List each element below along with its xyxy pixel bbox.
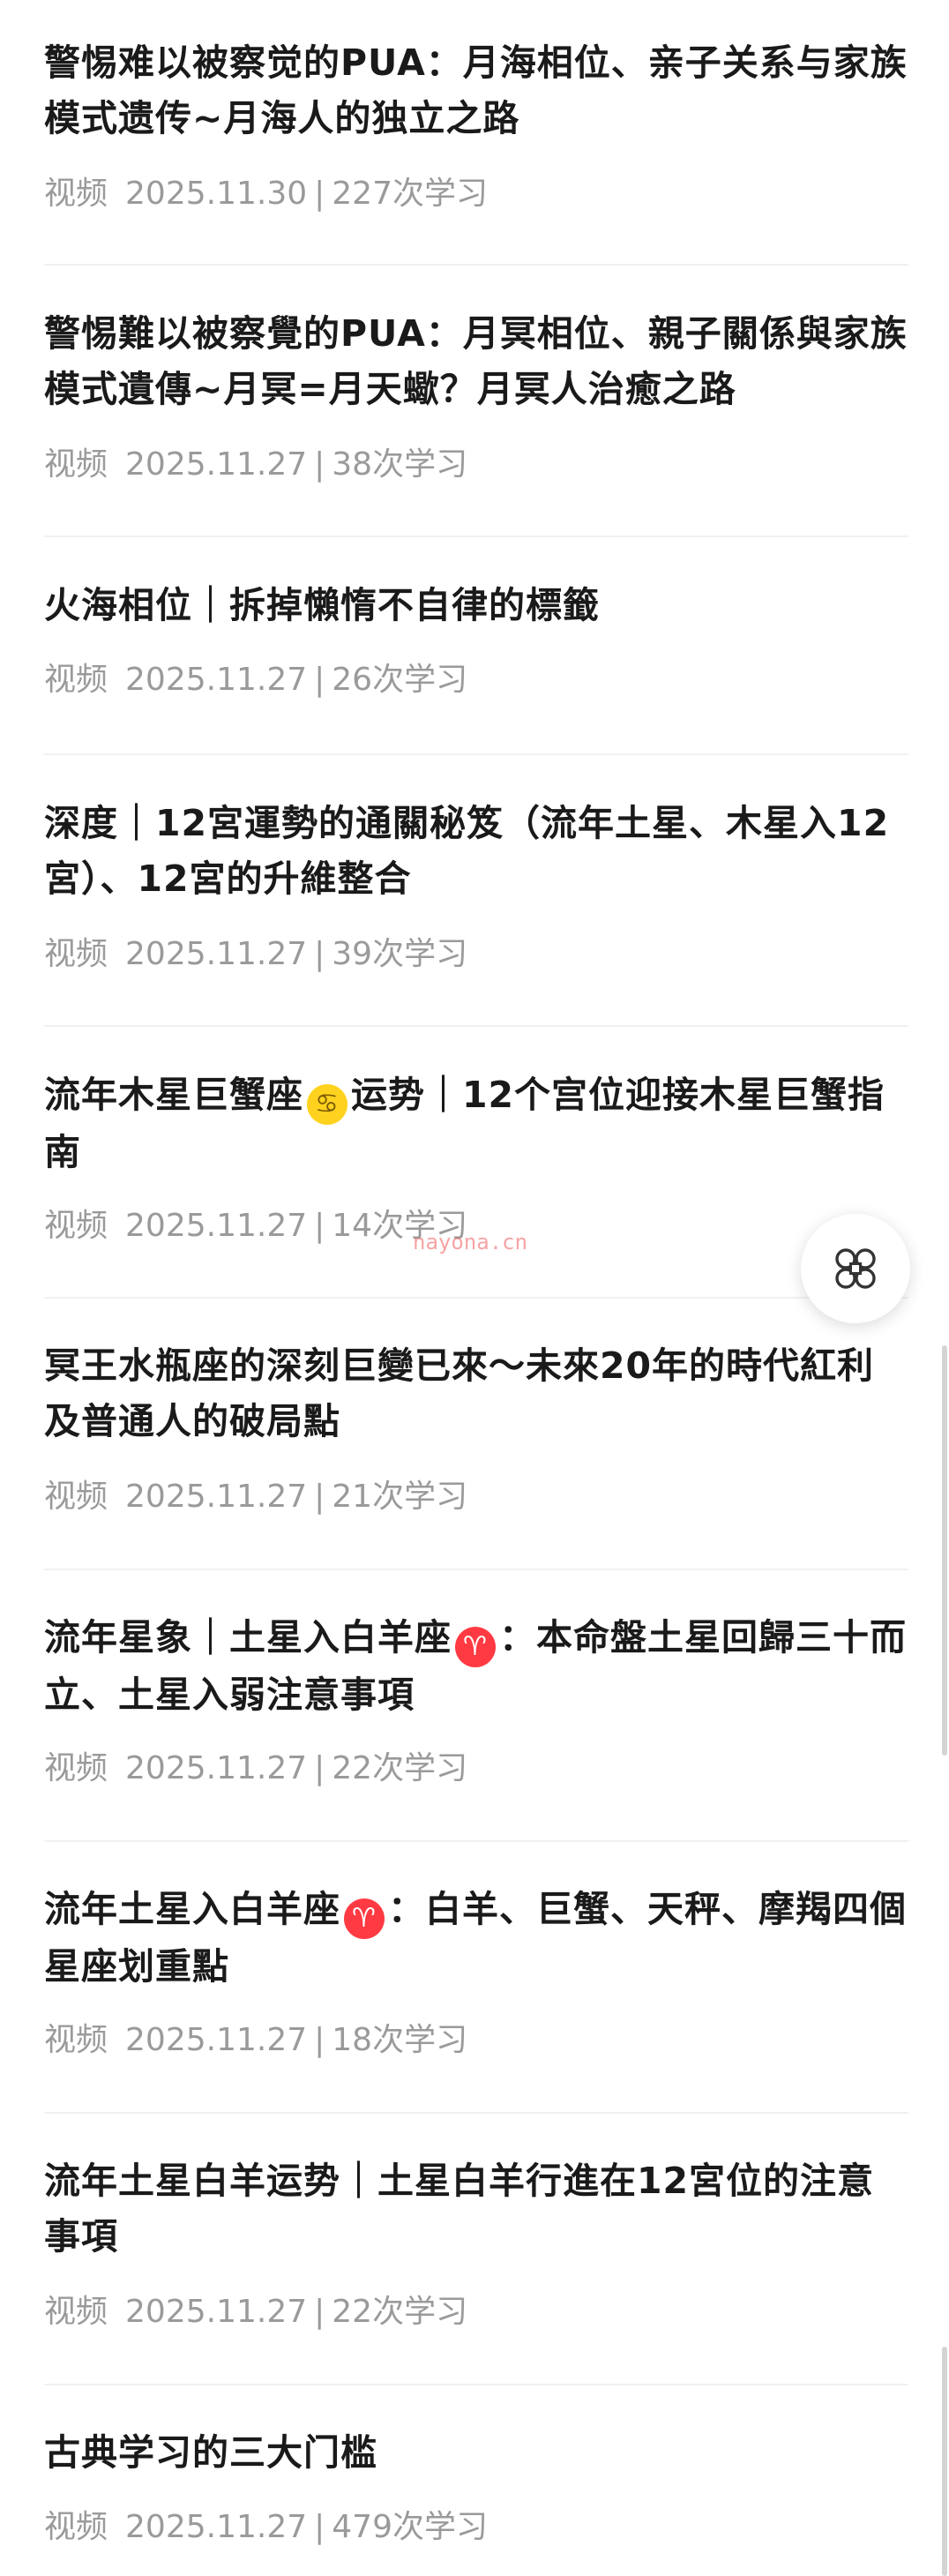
meta-separator: | — [314, 1208, 325, 1244]
item-meta: 视频 2025.11.30 | 227次学习 — [44, 175, 488, 213]
list-item[interactable]: 流年木星巨蟹座 ♋ 运势｜12个宫位迎接木星巨蟹指南 视频 2025.11.27 | 14… — [44, 1067, 908, 1244]
clover-apps-icon — [835, 1248, 876, 1289]
floating-menu-button[interactable] — [801, 1214, 910, 1323]
list-item[interactable]: 警惕难以被察觉的PUA：月海相位、亲子关系与家族模式遗传~月海人的独立之路 视频… — [44, 35, 908, 212]
item-views: 22次学习 — [332, 1750, 468, 1786]
item-date: 2025.11.30 — [125, 176, 308, 212]
item-type: 视频 — [44, 1479, 108, 1515]
item-type: 视频 — [44, 1208, 108, 1244]
item-title[interactable]: 警惕難以被察覺的PUA：月冥相位、親子關係與家族模式遺傳~月冥=月天蠍？月冥人治… — [44, 306, 908, 417]
item-views: 38次学习 — [332, 446, 468, 483]
item-date: 2025.11.27 — [125, 446, 308, 483]
item-type: 视频 — [44, 1750, 108, 1786]
item-type: 视频 — [44, 936, 108, 972]
item-meta: 视频 2025.11.27 | 18次学习 — [44, 2021, 467, 2060]
meta-separator: | — [314, 936, 325, 972]
item-meta: 视频 2025.11.27 | 14次学习 — [44, 1207, 467, 1246]
item-meta: 视频 2025.11.27 | 22次学习 — [44, 2293, 467, 2332]
meta-separator: | — [314, 2294, 325, 2330]
scrollbar-thumb[interactable] — [942, 1345, 947, 1756]
item-divider — [44, 264, 908, 266]
item-meta: 视频 2025.11.27 | 26次学习 — [44, 661, 467, 700]
item-date: 2025.11.27 — [125, 2509, 308, 2545]
item-title-part: 流年土星入白羊座 — [44, 1888, 340, 1930]
meta-separator: | — [314, 662, 325, 698]
item-divider — [44, 1297, 908, 1299]
item-title[interactable]: 火海相位｜拆掉懶惰不自律的標籤 — [44, 578, 908, 633]
item-date: 2025.11.27 — [125, 662, 308, 698]
meta-separator: | — [314, 2022, 325, 2058]
cancer-zodiac-icon: ♋ — [307, 1084, 347, 1125]
meta-separator: | — [314, 176, 325, 212]
item-views: 26次学习 — [332, 662, 468, 698]
item-views: 22次学习 — [332, 2294, 468, 2330]
meta-separator: | — [314, 1750, 325, 1786]
item-title[interactable]: 古典学习的三大门槛 — [44, 2425, 908, 2481]
item-meta: 视频 2025.11.27 | 22次学习 — [44, 1749, 467, 1788]
list-item[interactable]: 深度｜12宮運勢的通關秘笈（流年土星、木星入12宮）、12宮的升維整合 视频 20… — [44, 796, 908, 972]
list-item[interactable]: 火海相位｜拆掉懶惰不自律的標籤 视频 2025.11.27 | 26次学习 — [44, 578, 908, 698]
item-views: 39次学习 — [332, 936, 468, 972]
item-title[interactable]: 流年木星巨蟹座 ♋ 运势｜12个宫位迎接木星巨蟹指南 — [44, 1067, 908, 1180]
meta-separator: | — [314, 2509, 325, 2545]
item-meta: 视频 2025.11.27 | 39次学习 — [44, 935, 467, 974]
item-views: 227次学习 — [332, 176, 488, 212]
item-type: 视频 — [44, 2294, 108, 2330]
item-type: 视频 — [44, 2022, 108, 2058]
list-item[interactable]: 流年土星白羊运势｜土星白羊行進在12宮位的注意事項 视频 2025.11.27 | 2… — [44, 2153, 908, 2330]
item-divider — [44, 1569, 908, 1570]
meta-separator: | — [314, 446, 325, 483]
item-date: 2025.11.27 — [125, 2294, 308, 2330]
item-divider — [44, 753, 908, 755]
item-title[interactable]: 流年土星白羊运势｜土星白羊行進在12宮位的注意事項 — [44, 2153, 908, 2265]
item-type: 视频 — [44, 662, 108, 698]
item-type: 视频 — [44, 176, 108, 212]
meta-separator: | — [314, 1479, 325, 1515]
item-type: 视频 — [44, 2509, 108, 2545]
scrollbar-thumb-lower[interactable] — [942, 2347, 947, 2576]
item-views: 21次学习 — [332, 1479, 468, 1515]
item-title[interactable]: 冥王水瓶座的深刻巨變已來～未來20年的時代紅利及普通人的破局點 — [44, 1338, 908, 1449]
item-date: 2025.11.27 — [125, 936, 308, 972]
item-meta: 视频 2025.11.27 | 479次学习 — [44, 2508, 488, 2547]
item-meta: 视频 2025.11.27 | 21次学习 — [44, 1478, 467, 1516]
item-meta: 视频 2025.11.27 | 38次学习 — [44, 446, 467, 484]
item-date: 2025.11.27 — [125, 2022, 308, 2058]
item-divider — [44, 2384, 908, 2385]
item-divider — [44, 535, 908, 537]
item-views: 479次学习 — [332, 2509, 488, 2545]
list-item[interactable]: 冥王水瓶座的深刻巨變已來～未來20年的時代紅利及普通人的破局點 视频 2025.1… — [44, 1338, 908, 1515]
item-date: 2025.11.27 — [125, 1208, 308, 1244]
item-divider — [44, 2112, 908, 2114]
item-views: 18次学习 — [332, 2022, 468, 2058]
aries-zodiac-icon: ♈ — [344, 1898, 385, 1939]
item-date: 2025.11.27 — [125, 1479, 308, 1515]
item-type: 视频 — [44, 446, 108, 483]
watermark: nayona.cn — [413, 1230, 528, 1254]
item-date: 2025.11.27 — [125, 1750, 308, 1786]
aries-zodiac-icon: ♈ — [455, 1627, 496, 1667]
item-title-part: 流年星象｜土星入白羊座 — [44, 1616, 452, 1659]
item-title-part: 流年木星巨蟹座 — [44, 1074, 303, 1116]
item-title[interactable]: 流年星象｜土星入白羊座 ♈ ：本命盤土星回歸三十而立、土星入弱注意事項 — [44, 1610, 908, 1723]
item-title[interactable]: 流年土星入白羊座 ♈ ：白羊、巨蟹、天秤、摩羯四個星座划重點 — [44, 1882, 908, 1995]
list-item[interactable]: 流年土星入白羊座 ♈ ：白羊、巨蟹、天秤、摩羯四個星座划重點 视频 2025.11.2… — [44, 1882, 908, 2058]
item-title[interactable]: 深度｜12宮運勢的通關秘笈（流年土星、木星入12宮）、12宮的升維整合 — [44, 796, 908, 907]
list-item[interactable]: 古典学习的三大门槛 视频 2025.11.27 | 479次学习 — [44, 2425, 908, 2545]
item-title[interactable]: 警惕难以被察觉的PUA：月海相位、亲子关系与家族模式遗传~月海人的独立之路 — [44, 35, 908, 146]
item-divider — [44, 1025, 908, 1027]
list-item[interactable]: 警惕難以被察覺的PUA：月冥相位、親子關係與家族模式遺傳~月冥=月天蠍？月冥人治… — [44, 306, 908, 483]
list-item[interactable]: 流年星象｜土星入白羊座 ♈ ：本命盤土星回歸三十而立、土星入弱注意事項 视频 2025… — [44, 1610, 908, 1786]
item-divider — [44, 1840, 908, 1842]
